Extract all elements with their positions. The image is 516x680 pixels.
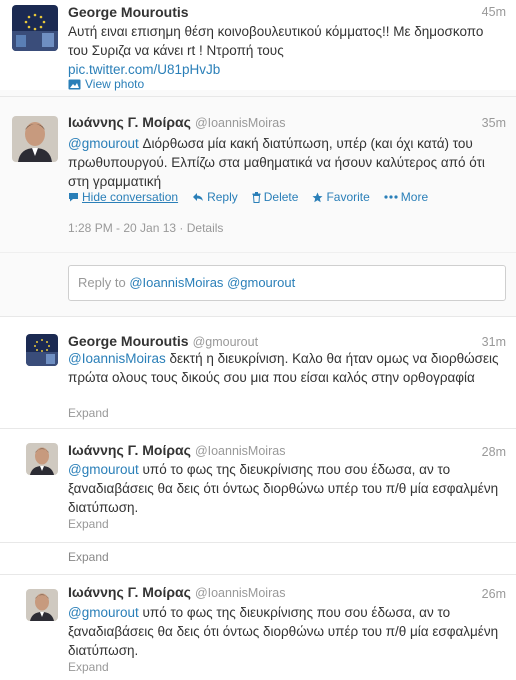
favorite-label: Favorite [326,190,370,204]
photo-icon [68,79,81,89]
tweet-time[interactable]: 35m [482,116,506,130]
tweet-text: @gmourout υπό το φως της διευκρίνισης πο… [68,603,506,660]
delete-button[interactable]: Delete [252,190,299,204]
expand-link[interactable]: Expand [68,660,109,674]
divider [0,252,516,253]
reply-tweet-george[interactable]: George Mouroutis @gmourout 31m @IoannisMo… [0,316,516,428]
collapsed-tweet[interactable]: Expand [0,542,516,576]
mention-link[interactable]: @gmourout [68,136,139,151]
avatar[interactable] [26,334,58,366]
avatar[interactable] [12,5,58,51]
tweet-text: @gmourout υπό το φως της διευκρίνισης πο… [68,460,506,517]
speech-bubble-icon [69,193,78,202]
reply-button[interactable]: Reply [192,190,238,204]
reply-mention-2: @gmourout [227,275,296,290]
star-icon [312,192,323,202]
tweet-time[interactable]: 45m [482,5,506,19]
favorite-button[interactable]: Favorite [312,190,370,204]
reply-prefix: Reply to [78,275,130,290]
author-handle[interactable]: @IoannisMoiras [195,116,286,130]
tweet-time[interactable]: 31m [482,335,506,349]
eu-flag-avatar-icon [12,5,58,51]
tweet-body: Αυτή ειναι επισημη θέση κοινοβουλευτικού… [68,24,484,58]
author-name[interactable]: Ιωάννης Γ. Μοίρας @IoannisMoiras [68,114,285,130]
avatar[interactable] [12,116,58,162]
ellipsis-icon [384,195,398,199]
expand-link[interactable]: Expand [68,406,109,420]
author-display-name[interactable]: Ιωάννης Γ. Μοίρας [68,114,191,130]
tweet-timestamp[interactable]: 1:28 PM - 20 Jan 13 [68,221,176,235]
tweet-time[interactable]: 26m [482,587,506,601]
tweet-actions: Hide conversation Reply Delete Favorite … [68,190,428,204]
reply-label: Reply [207,190,238,204]
tweet-text: @IoannisMoiras δεκτή η διευκρίνιση. Καλο… [68,349,506,387]
tweet-george-1[interactable]: George Mouroutis 45m Αυτή ειναι επισημη … [0,0,516,96]
eu-flag-avatar-icon [26,334,58,366]
author-handle[interactable]: @IoannisMoiras [195,586,286,600]
author-display-name[interactable]: Ιωάννης Γ. Μοίρας [68,584,191,600]
mention-link[interactable]: @gmourout [68,605,139,620]
more-button[interactable]: More [384,190,428,204]
person-avatar-icon [26,589,58,621]
trash-icon [252,191,261,203]
mention-link[interactable]: @IoannisMoiras [68,351,166,366]
author-display-name[interactable]: George Mouroutis [68,333,189,349]
mention-link[interactable]: @gmourout [68,462,139,477]
more-label: More [400,190,429,204]
reply-tweet-ioannis-1[interactable]: Ιωάννης Γ. Μοίρας @IoannisMoiras 28m @gmo… [0,428,516,540]
tweet-text: Αυτή ειναι επισημη θέση κοινοβουλευτικού… [68,22,506,79]
reply-input[interactable]: Reply to @IoannisMoiras @gmourout [68,265,506,301]
author-name[interactable]: George Mouroutis [68,4,189,20]
author-handle[interactable]: @IoannisMoiras [195,444,286,458]
hide-conversation-label: Hide conversation [82,190,179,204]
author-display-name[interactable]: Ιωάννης Γ. Μοίρας [68,442,191,458]
author-handle[interactable]: @gmourout [193,335,259,349]
avatar[interactable] [26,589,58,621]
tweet-time[interactable]: 28m [482,445,506,459]
person-avatar-icon [26,443,58,475]
tweet-text: @gmourout Διόρθωσα μία κακή διατύπωση, υ… [68,134,506,191]
reply-tweet-ioannis-2[interactable]: Ιωάννης Γ. Μοίρας @IoannisMoiras 26m @gmo… [0,574,516,680]
hide-conversation-button[interactable]: Hide conversation [68,190,178,204]
author-name[interactable]: Ιωάννης Γ. Μοίρας @IoannisMoiras [68,442,285,458]
reply-mention-1: @IoannisMoiras [129,275,224,290]
person-avatar-icon [12,116,58,162]
expand-link[interactable]: Expand [68,550,109,564]
photo-link[interactable]: pic.twitter.com/U81pHvJb [68,62,220,77]
tweet-ioannis-expanded[interactable]: Ιωάννης Γ. Μοίρας @IoannisMoiras 35m @gmo… [0,96,516,251]
delete-label: Delete [263,190,299,204]
reply-icon [193,193,204,201]
view-photo-label: View photo [85,77,145,91]
details-link[interactable]: Details [187,221,224,235]
author-display-name[interactable]: George Mouroutis [68,4,189,20]
author-name[interactable]: Ιωάννης Γ. Μοίρας @IoannisMoiras [68,584,285,600]
tweet-timestamp-row: 1:28 PM - 20 Jan 13 · Details [68,221,224,235]
author-name[interactable]: George Mouroutis @gmourout [68,333,258,349]
avatar[interactable] [26,443,58,475]
view-photo-button[interactable]: View photo [68,77,144,91]
expand-link[interactable]: Expand [68,517,109,531]
